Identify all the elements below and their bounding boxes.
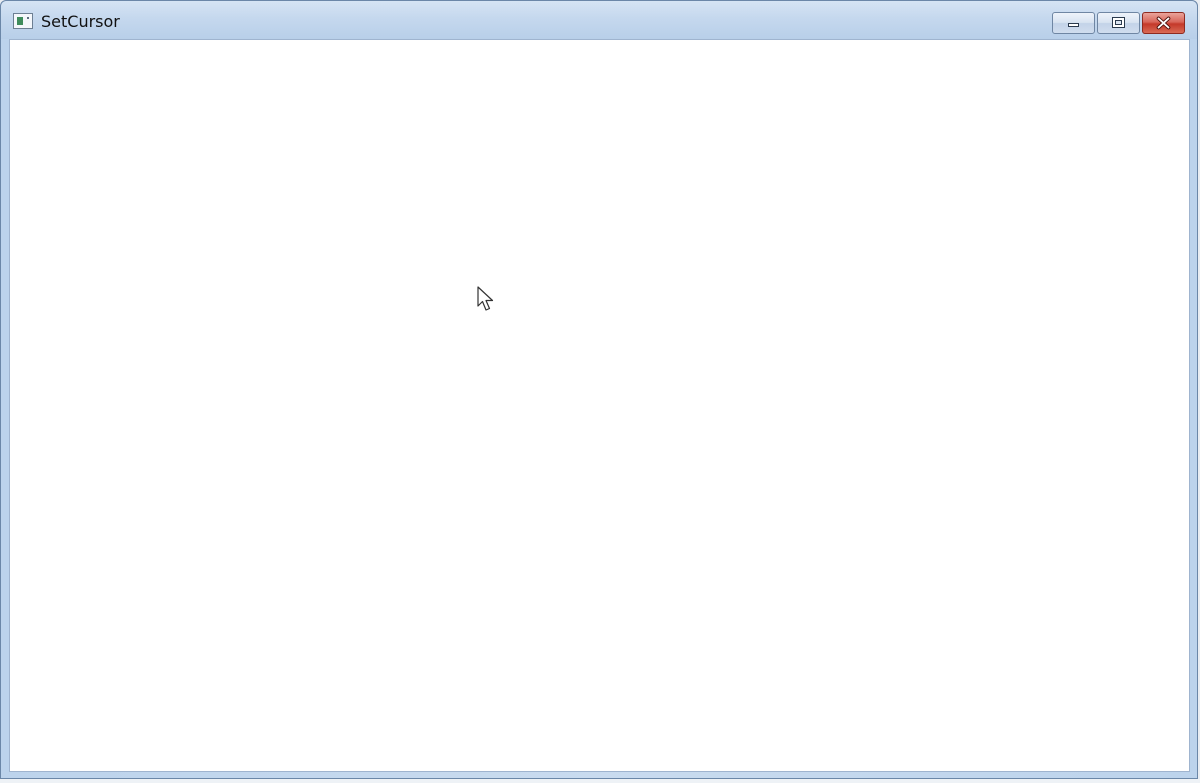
app-icon-pane (17, 17, 23, 25)
minimize-icon (1068, 23, 1079, 27)
window-bottom-edge (0, 779, 1200, 783)
minimize-button[interactable] (1052, 12, 1095, 34)
close-button[interactable] (1142, 12, 1185, 34)
app-window: SetCursor (0, 0, 1198, 779)
window-app-icon[interactable] (13, 13, 33, 29)
window-title: SetCursor (41, 12, 120, 31)
arrow-cursor-icon (477, 286, 494, 311)
maximize-button[interactable] (1097, 12, 1140, 34)
close-icon (1156, 16, 1171, 30)
title-bar[interactable]: SetCursor (1, 1, 1197, 39)
app-icon-dot (27, 17, 29, 19)
client-area[interactable] (9, 39, 1190, 772)
restore-icon (1112, 17, 1125, 28)
